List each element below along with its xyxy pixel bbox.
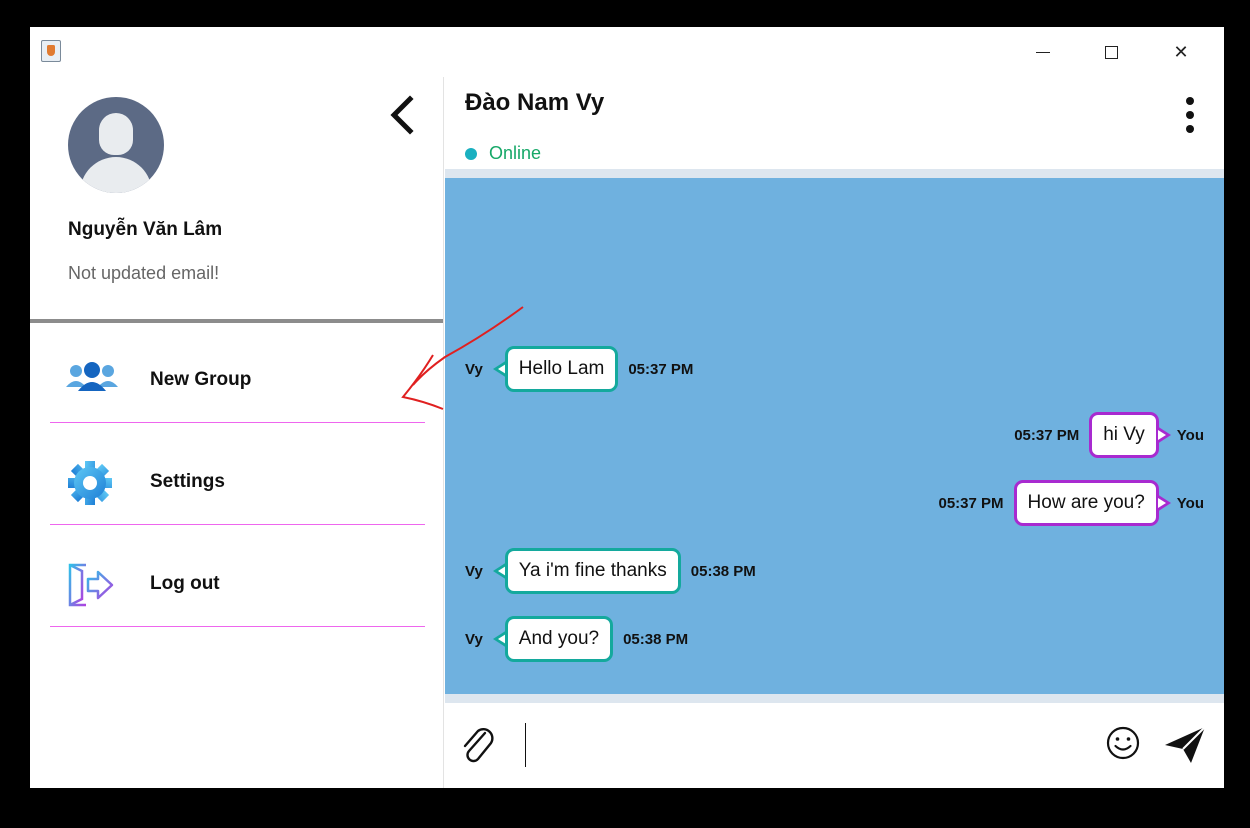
avatar-body [80, 157, 152, 193]
message-bubble: How are you? [1013, 480, 1159, 526]
message-input[interactable] [525, 723, 1095, 767]
back-button[interactable] [386, 95, 420, 135]
menu-item-log-out[interactable]: Log out [50, 543, 425, 627]
message-incoming: Vy And you? 05:38 PM [465, 616, 688, 662]
paper-plane-icon[interactable] [1161, 723, 1209, 765]
avatar[interactable] [68, 97, 164, 193]
contact-name: Đào Nam Vy [465, 89, 605, 116]
message-bubble: Ya i'm fine thanks [504, 548, 681, 594]
bubble-tail [1156, 426, 1171, 444]
message-time: 05:37 PM [1014, 426, 1080, 444]
online-status: Online [465, 143, 541, 164]
user-email: Not updated email! [68, 263, 220, 283]
message-time: 05:37 PM [938, 494, 1004, 512]
message-time: 05:38 PM [690, 562, 756, 580]
close-icon: ✕ [1173, 41, 1189, 62]
group-icon [66, 362, 118, 391]
logout-icon [68, 563, 114, 607]
message-sender: Vy [465, 630, 483, 648]
message-bubble: Hello Lam [504, 346, 619, 392]
maximize-button[interactable] [1088, 27, 1134, 77]
status-label: Online [489, 143, 542, 163]
message-time: 05:38 PM [623, 630, 689, 648]
avatar-head [99, 113, 133, 155]
profile-divider [30, 319, 443, 323]
app-window: ✕ Nguyễn Văn Lâm Not updated email! New [30, 27, 1224, 788]
message-time: 05:37 PM [628, 360, 694, 378]
paperclip-icon[interactable] [459, 725, 499, 765]
message-list[interactable]: Vy Hello Lam 05:37 PM 05:37 PM hi Vy You… [445, 169, 1224, 703]
bubble-tail [1156, 494, 1171, 512]
message-outgoing: 05:37 PM hi Vy You [1014, 412, 1204, 458]
message-incoming: Vy Hello Lam 05:37 PM [465, 346, 693, 392]
dot [1186, 111, 1194, 119]
message-bubble: hi Vy [1089, 412, 1159, 458]
java-cup-icon [41, 40, 61, 62]
message-incoming: Vy Ya i'm fine thanks 05:38 PM [465, 548, 756, 594]
message-outgoing: 05:37 PM How are you? You [938, 480, 1204, 526]
menu-item-new-group[interactable]: New Group [50, 339, 425, 423]
minimize-button[interactable] [1020, 27, 1066, 77]
chat-panel: Đào Nam Vy Online Vy Hello Lam 05:37 PM … [445, 77, 1224, 788]
sidebar: Nguyễn Văn Lâm Not updated email! New Gr… [30, 77, 444, 788]
chevron-left-icon [390, 95, 414, 135]
message-sender: You [1176, 494, 1204, 512]
dot [1186, 97, 1194, 105]
message-sender: You [1176, 426, 1204, 444]
maximize-icon [1104, 45, 1118, 59]
more-options-button[interactable] [1182, 97, 1198, 143]
composer [445, 703, 1224, 788]
status-dot-icon [465, 147, 477, 160]
menu-item-settings[interactable]: Settings [50, 441, 425, 525]
menu-item-label: Log out [150, 573, 220, 594]
close-button[interactable]: ✕ [1158, 27, 1204, 77]
user-name: Nguyễn Văn Lâm [68, 219, 223, 240]
gear-icon [68, 461, 112, 505]
message-sender: Vy [465, 562, 483, 580]
minimize-icon [1036, 51, 1050, 53]
menu-item-label: Settings [150, 471, 225, 492]
message-bubble: And you? [504, 616, 614, 662]
message-sender: Vy [465, 360, 483, 378]
title-bar: ✕ [30, 27, 1224, 77]
dot [1186, 125, 1194, 133]
smiley-icon[interactable] [1105, 725, 1141, 761]
menu-item-label: New Group [150, 369, 252, 390]
